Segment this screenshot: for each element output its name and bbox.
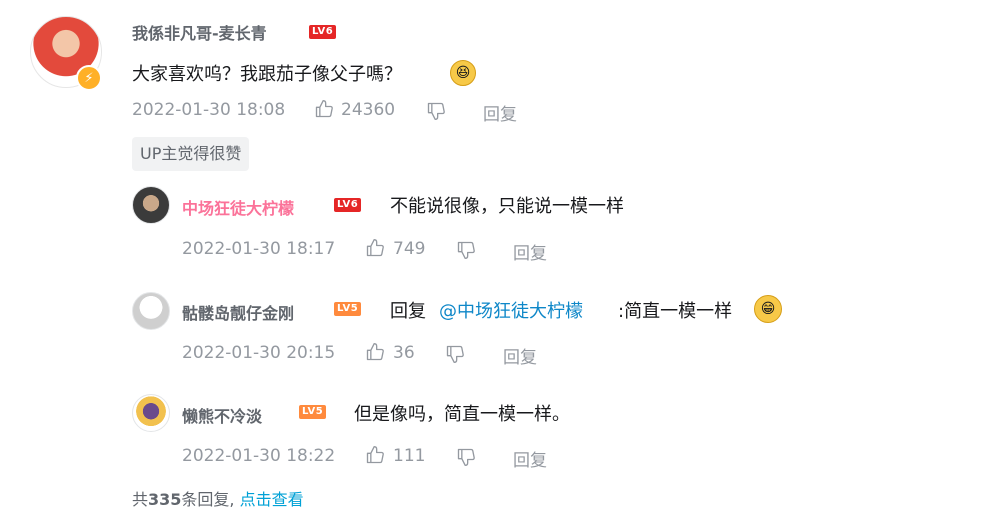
thumbs-up-icon[interactable] <box>365 342 385 362</box>
reply-button[interactable]: 回复 <box>513 446 547 471</box>
thumbs-up-icon[interactable] <box>314 99 334 119</box>
up-liked-tag: UP主觉得很赞 <box>132 137 250 171</box>
view-all-replies-link[interactable]: 点击查看 <box>240 490 304 509</box>
timestamp: 2022-01-30 20:15 <box>182 343 336 363</box>
reply-button[interactable]: 回复 <box>513 239 547 264</box>
thumbs-down-icon[interactable] <box>456 447 476 467</box>
mention-link[interactable]: @中场狂徒大柠檬 <box>439 297 583 323</box>
reply-count-summary: 共335条回复, 点击查看 <box>132 486 304 510</box>
timestamp: 2022-01-30 18:22 <box>182 446 336 466</box>
reply-count: 335 <box>148 490 182 509</box>
avatar[interactable] <box>132 292 170 330</box>
thumbs-down-icon[interactable] <box>445 344 465 364</box>
reply-text: 但是像吗，简直一模一样。 <box>354 404 570 425</box>
level-badge: LV5 <box>299 405 327 419</box>
reply-button[interactable]: 回复 <box>503 343 537 368</box>
timestamp: 2022-01-30 18:17 <box>182 239 336 259</box>
like-count: 24360 <box>341 100 396 120</box>
thumbs-down-icon[interactable] <box>456 240 476 260</box>
reply-text: 不能说很像，只能说一模一样 <box>390 196 624 217</box>
timestamp: 2022-01-30 18:08 <box>132 100 286 120</box>
like-count: 749 <box>393 239 426 259</box>
username[interactable]: 中场狂徒大柠檬 <box>182 195 294 219</box>
like-count: 111 <box>393 446 426 466</box>
reply-text: :简直一模一样 <box>618 301 733 322</box>
reply-count-prefix: 共 <box>132 490 149 509</box>
username[interactable]: 骷髅岛靓仔金刚 <box>182 300 294 324</box>
comment-text: 大家喜欢呜？我跟茄子像父子嗎？ <box>132 64 402 85</box>
username[interactable]: 我係非凡哥-麦长青 <box>132 20 267 44</box>
level-badge: LV6 <box>309 25 337 39</box>
thumbs-up-icon[interactable] <box>365 238 385 258</box>
grinning-face-icon: 😁 <box>754 295 782 323</box>
avatar[interactable] <box>132 186 170 224</box>
reply-count-suffix: 条回复, <box>181 490 235 509</box>
avatar[interactable] <box>132 394 170 432</box>
lightning-badge-icon: ⚡ <box>76 65 102 91</box>
thumbs-down-icon[interactable] <box>426 101 446 121</box>
laughing-face-icon: 😆 <box>450 60 476 86</box>
like-count: 36 <box>393 343 415 363</box>
reply-button[interactable]: 回复 <box>483 100 517 125</box>
thumbs-up-icon[interactable] <box>365 445 385 465</box>
level-badge: LV6 <box>334 198 362 212</box>
reply-prefix: 回复 <box>390 301 426 322</box>
username[interactable]: 懒熊不冷淡 <box>182 403 262 427</box>
level-badge: LV5 <box>334 302 362 316</box>
